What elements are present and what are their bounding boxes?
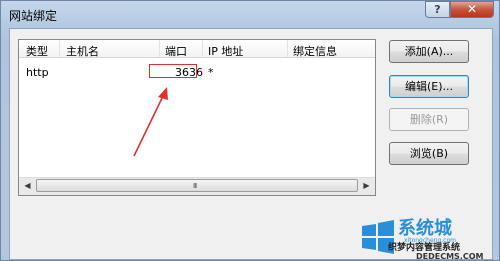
watermark-brand: 系统城: [398, 217, 452, 239]
watermark-dedecms: DEDECMS.COM: [416, 252, 484, 261]
site-watermark: 系统城 xitongcheng.com 织梦内容管理系统 DEDECMS.COM: [362, 217, 484, 261]
